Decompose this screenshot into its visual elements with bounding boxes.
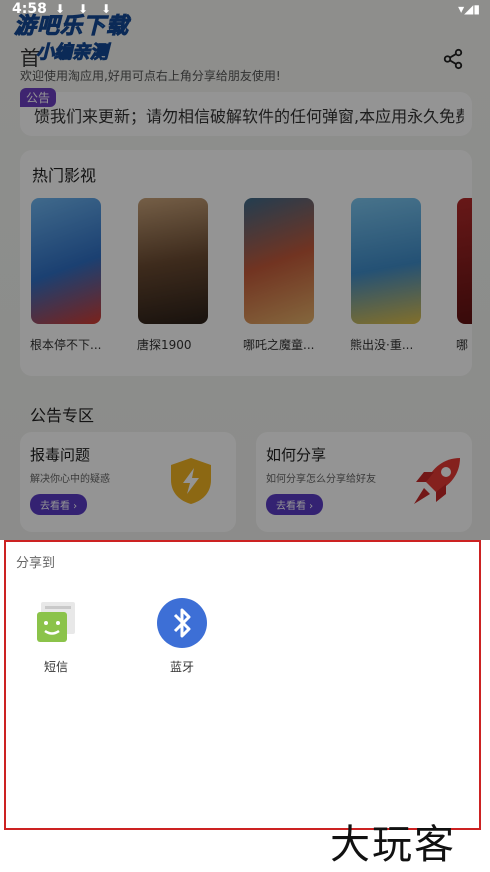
share-sheet-title: 分享到 — [16, 556, 56, 571]
share-sheet: 分享到 短信 蓝牙 — [4, 540, 481, 830]
modal-overlay[interactable] — [0, 0, 490, 540]
watermark-line1: 游吧乐下载 — [13, 14, 130, 40]
share-app-label: 短信 — [43, 660, 68, 674]
brand-watermark: 大玩客 — [330, 822, 456, 868]
share-app-bluetooth[interactable]: 蓝牙 — [147, 598, 217, 675]
watermark-logo: 游吧乐下载 小编亲测 — [13, 8, 130, 64]
watermark-line2: 小编亲测 — [35, 42, 108, 64]
wifi-battery-icon: ▾◢▮ — [458, 2, 480, 16]
share-app-label: 蓝牙 — [169, 660, 194, 674]
share-app-sms[interactable]: 短信 — [21, 598, 91, 675]
bluetooth-icon — [157, 598, 207, 648]
sms-icon — [37, 602, 75, 642]
